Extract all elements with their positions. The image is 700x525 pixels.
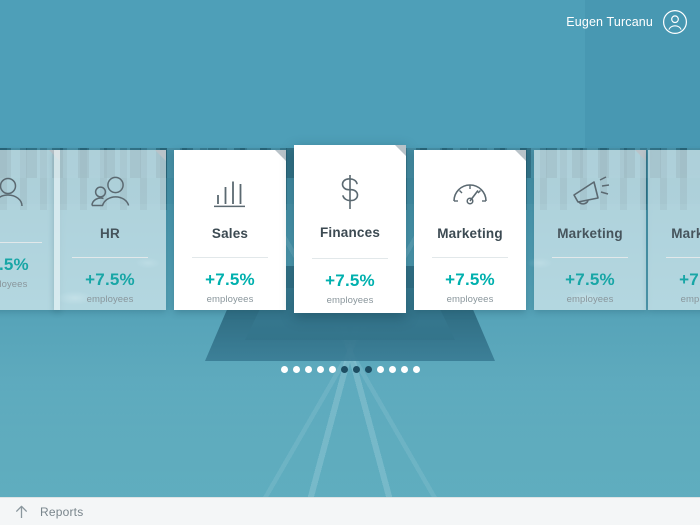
pagination-dot[interactable]	[304, 366, 312, 373]
metric-card-value: +7.5%	[325, 271, 375, 290]
user-account-chip[interactable]: Eugen Turcanu	[566, 9, 688, 35]
metric-card-unit: employees	[206, 294, 254, 305]
pagination-dot[interactable]	[364, 366, 372, 373]
bar-chart-icon	[208, 162, 252, 224]
metric-card-unit: employees	[446, 294, 494, 305]
corner-fold-icon	[275, 150, 286, 161]
metrics-carousel[interactable]: +7.5% employees HR +7.5% employees	[0, 145, 700, 320]
user-circle-icon[interactable]	[662, 9, 688, 35]
metric-card-partial-left[interactable]: +7.5% employees	[0, 150, 60, 310]
megaphone-icon	[565, 162, 615, 224]
reports-label: Reports	[40, 504, 84, 519]
metric-card-value: +7.5%	[565, 270, 615, 289]
metric-card-title: Marketing	[671, 226, 700, 241]
card-divider	[192, 257, 268, 258]
people-icon	[86, 162, 134, 224]
metric-card-title: Marketing	[437, 226, 503, 241]
metric-card-unit: employees	[566, 294, 614, 305]
metric-card-sales[interactable]: Sales +7.5% employees	[174, 150, 286, 310]
metric-card-unit: employees	[680, 294, 700, 305]
metric-card-partial-right[interactable]: Marketing +7.5% employees	[648, 150, 700, 310]
corner-fold-icon	[635, 150, 646, 161]
metric-card-value: +7.5%	[445, 270, 495, 289]
pagination-dot[interactable]	[328, 366, 336, 373]
pagination-dot[interactable]	[412, 366, 420, 373]
metric-card-value: +7.5%	[85, 270, 135, 289]
metric-card-unit: employees	[86, 294, 134, 305]
corner-fold-icon	[155, 150, 166, 161]
card-divider	[0, 242, 42, 243]
card-divider	[312, 258, 388, 259]
metric-card-value: +7.5%	[679, 270, 700, 289]
metric-card-value: +7.5%	[0, 255, 29, 274]
pagination-dot[interactable]	[352, 366, 360, 373]
pagination-dot[interactable]	[340, 366, 348, 373]
card-divider	[432, 257, 508, 258]
pagination-dot[interactable]	[280, 366, 288, 373]
person-icon	[0, 162, 26, 224]
card-divider	[666, 257, 700, 258]
corner-fold-icon	[515, 150, 526, 161]
card-divider	[72, 257, 148, 258]
card-divider	[552, 257, 628, 258]
metric-card-title: HR	[100, 226, 120, 241]
user-name-label: Eugen Turcanu	[566, 15, 653, 29]
dashboard-screen: Eugen Turcanu +7.5% employees	[0, 0, 700, 525]
metric-card-marketing-gauge[interactable]: Marketing +7.5% employees	[414, 150, 526, 310]
metric-card-marketing-megaphone[interactable]: Marketing +7.5% employees	[534, 150, 646, 310]
metric-card-value: +7.5%	[205, 270, 255, 289]
pagination-dot[interactable]	[376, 366, 384, 373]
metric-card-hr[interactable]: HR +7.5% employees	[54, 150, 166, 310]
metric-card-finances[interactable]: Finances +7.5% employees	[294, 145, 406, 313]
metric-card-unit: employees	[326, 295, 374, 306]
pagination-dot[interactable]	[316, 366, 324, 373]
reports-button[interactable]: Reports	[0, 498, 83, 525]
pagination-dot[interactable]	[292, 366, 300, 373]
gauge-icon	[446, 162, 494, 224]
pagination-dot[interactable]	[400, 366, 408, 373]
arrow-up-icon	[14, 504, 29, 520]
metric-card-unit: employees	[0, 279, 28, 290]
corner-fold-icon	[395, 145, 406, 156]
pagination-dot[interactable]	[388, 366, 396, 373]
carousel-pagination[interactable]	[0, 366, 700, 373]
metric-card-title: Sales	[211, 226, 249, 241]
dollar-sign-icon	[330, 161, 370, 223]
metric-card-title: Marketing	[557, 226, 623, 241]
metric-card-title: Finances	[319, 225, 381, 240]
bottom-bar: Reports	[0, 497, 700, 525]
